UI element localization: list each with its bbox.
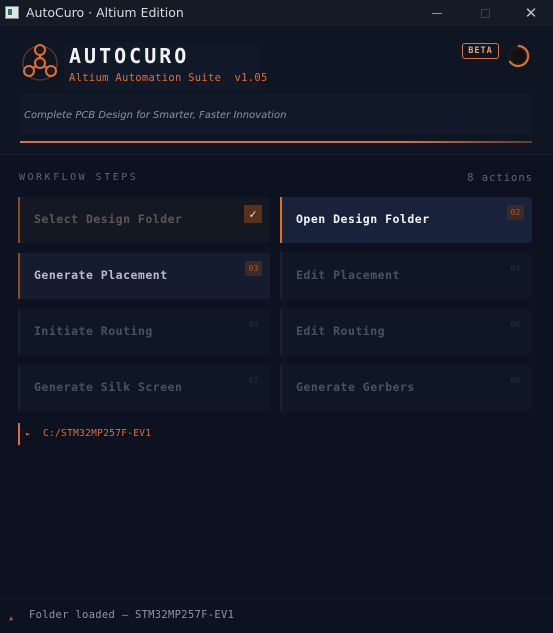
step-number: 04 — [510, 264, 521, 273]
path-arrow-icon: ► — [26, 430, 31, 438]
app-window-icon — [5, 6, 19, 19]
window-titlebar: AutoCuro · Altium Edition ✕ — [0, 0, 553, 26]
step-number: 08 — [510, 376, 521, 385]
close-button[interactable]: ✕ — [508, 0, 553, 26]
workflow-count: 8 actions — [467, 172, 533, 184]
step-label: Open Design Folder — [296, 212, 430, 226]
power-toggle-icon[interactable] — [506, 44, 530, 68]
step-label: Edit Routing — [296, 324, 386, 338]
minimize-button[interactable] — [414, 0, 460, 26]
app-subtitle: Altium Automation Suite v1.05 — [69, 72, 268, 84]
beta-badge: BETA — [462, 43, 499, 59]
step-label: Edit Placement — [296, 268, 400, 282]
app-name: AUTOCURO — [69, 44, 190, 68]
path-accent-bar — [18, 423, 20, 445]
step-generate-gerbers[interactable]: Generate Gerbers 08 — [280, 365, 532, 411]
step-select-design-folder[interactable]: Select Design Folder ✓ — [18, 197, 270, 243]
step-edit-placement[interactable]: Edit Placement 04 — [280, 253, 532, 299]
maximize-button[interactable] — [462, 0, 508, 26]
step-label: Initiate Routing — [34, 324, 153, 338]
step-generate-placement[interactable]: Generate Placement 03 — [18, 253, 270, 299]
step-label: Generate Silk Screen — [34, 380, 183, 394]
step-generate-silk-screen[interactable]: Generate Silk Screen 07 — [18, 365, 270, 411]
status-text: Folder loaded — STM32MP257F-EV1 — [29, 609, 235, 621]
step-number: 05 — [248, 320, 259, 329]
step-number: 02 — [507, 205, 524, 220]
step-label: Generate Gerbers — [296, 380, 415, 394]
step-initiate-routing[interactable]: Initiate Routing 05 — [18, 309, 270, 355]
header-accent-line — [20, 141, 532, 143]
step-label: Generate Placement — [34, 268, 168, 282]
maximize-icon — [480, 8, 490, 18]
step-number: 03 — [245, 261, 262, 276]
check-icon: ✓ — [244, 205, 262, 223]
window-title: AutoCuro · Altium Edition — [26, 5, 184, 20]
step-number: 07 — [248, 376, 259, 385]
step-label: Select Design Folder — [34, 212, 183, 226]
workflow-heading: WORKFLOW STEPS — [19, 172, 139, 183]
section-divider — [0, 154, 553, 155]
step-edit-routing[interactable]: Edit Routing 06 — [280, 309, 532, 355]
autocuro-logo-icon — [22, 44, 58, 81]
tagline-text: Complete PCB Design for Smarter, Faster … — [24, 110, 287, 121]
status-indicator-icon: ▲ — [9, 614, 14, 622]
step-number: 06 — [510, 320, 521, 329]
minimize-icon — [432, 12, 442, 14]
design-folder-path: C:/STM32MP257F-EV1 — [43, 428, 152, 439]
step-open-design-folder[interactable]: Open Design Folder 02 — [280, 197, 532, 243]
app-header: AUTOCURO Altium Automation Suite v1.05 B… — [0, 26, 553, 154]
